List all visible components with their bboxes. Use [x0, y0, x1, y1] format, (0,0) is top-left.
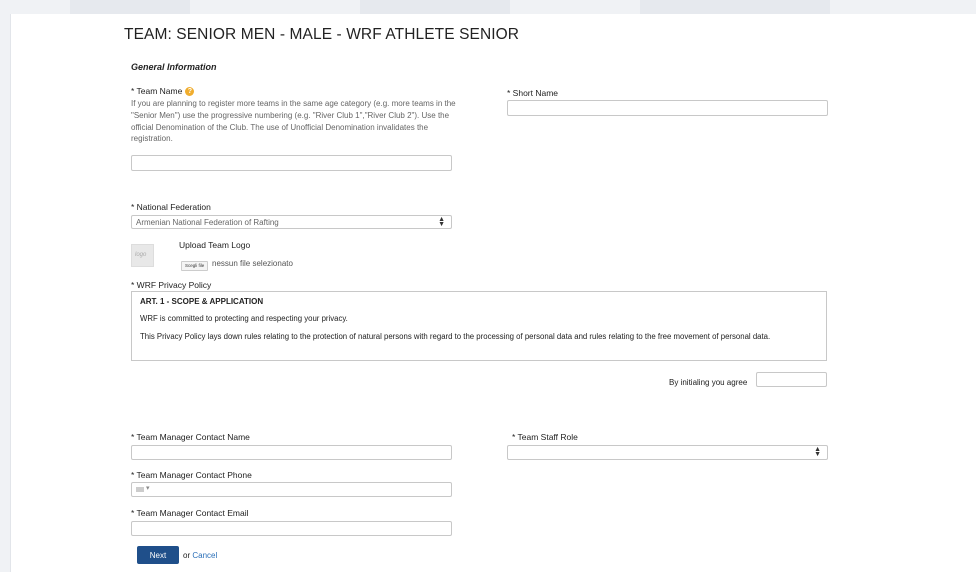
- or-text: or: [183, 551, 191, 560]
- choose-file-button[interactable]: Scegli file: [181, 261, 209, 271]
- file-status: nessun file selezionato: [212, 259, 293, 268]
- initials-input[interactable]: [756, 372, 827, 387]
- national-federation-value: Armenian National Federation of Rafting: [136, 218, 279, 227]
- manager-phone-input[interactable]: ▾: [131, 482, 452, 497]
- cancel-link[interactable]: Cancel: [192, 551, 217, 560]
- policy-heading: ART. 1 - SCOPE & APPLICATION: [140, 297, 264, 306]
- or-cancel: or Cancel: [183, 551, 217, 560]
- manager-phone-label: * Team Manager Contact Phone: [131, 470, 252, 480]
- team-name-input[interactable]: [131, 155, 452, 171]
- policy-paragraph: This Privacy Policy lays down rules rela…: [140, 332, 771, 341]
- registration-form-panel: TEAM: SENIOR MEN - MALE - WRF ATHLETE SE…: [10, 14, 976, 572]
- manager-email-label: * Team Manager Contact Email: [131, 508, 249, 518]
- caret-down-icon[interactable]: ▾: [146, 484, 150, 492]
- privacy-policy-label: * WRF Privacy Policy: [131, 280, 212, 290]
- manager-email-input[interactable]: [131, 521, 452, 536]
- select-arrows-icon: ▲ ▼: [814, 446, 821, 458]
- staff-role-label: * Team Staff Role: [512, 432, 578, 442]
- header-decoration: [640, 0, 830, 14]
- upload-logo-label: Upload Team Logo: [179, 240, 251, 250]
- select-arrows-icon: ▲ ▼: [438, 216, 445, 228]
- team-name-label-text: * Team Name: [131, 86, 183, 96]
- manager-name-input[interactable]: [131, 445, 452, 460]
- short-name-input[interactable]: [507, 100, 828, 116]
- section-heading-general: General Information: [131, 62, 217, 72]
- privacy-policy-box[interactable]: ART. 1 - SCOPE & APPLICATION WRF is comm…: [131, 291, 827, 361]
- policy-paragraph: WRF is committed to protecting and respe…: [140, 314, 348, 323]
- team-name-label: * Team Name?: [131, 86, 195, 96]
- team-logo-placeholder-image: logo: [131, 244, 154, 267]
- team-name-help: If you are planning to register more tea…: [131, 99, 456, 144]
- country-flag-icon[interactable]: [136, 487, 144, 492]
- next-button[interactable]: Next: [137, 546, 179, 564]
- staff-role-select[interactable]: ▲ ▼: [507, 445, 828, 460]
- national-federation-label: * National Federation: [131, 202, 211, 212]
- manager-name-label: * Team Manager Contact Name: [131, 432, 250, 442]
- header-decoration: [360, 0, 510, 14]
- short-name-label: * Short Name: [507, 88, 559, 98]
- help-icon[interactable]: ?: [185, 87, 195, 96]
- header-decoration: [70, 0, 190, 14]
- page-title: TEAM: SENIOR MEN - MALE - WRF ATHLETE SE…: [124, 26, 520, 43]
- national-federation-select[interactable]: Armenian National Federation of Rafting …: [131, 215, 452, 229]
- agree-label: By initialing you agree: [669, 378, 748, 387]
